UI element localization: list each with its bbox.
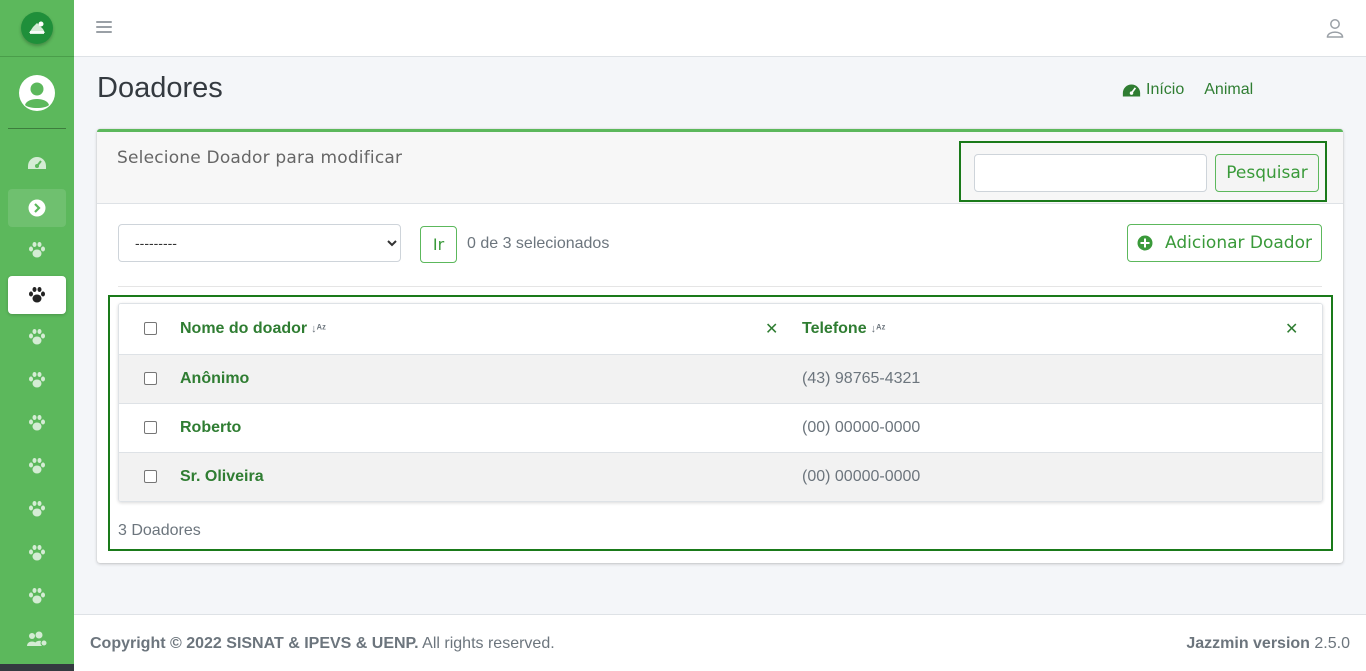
- sidebar-item-animal-7[interactable]: [8, 490, 66, 528]
- breadcrumb-animal[interactable]: Animal: [1204, 81, 1253, 99]
- sidebar-item-animal-1[interactable]: [8, 231, 66, 269]
- paw-icon: [29, 458, 45, 474]
- search-button[interactable]: Pesquisar: [1215, 154, 1319, 192]
- select-all-checkbox[interactable]: [144, 322, 157, 335]
- rights-text: All rights reserved.: [422, 635, 555, 652]
- action-select[interactable]: ---------: [118, 224, 401, 262]
- add-donor-button[interactable]: Adicionar Doador: [1127, 224, 1322, 262]
- paw-icon: [29, 329, 45, 345]
- user-avatar-icon: [19, 74, 55, 111]
- sidebar-item-doadores[interactable]: [8, 276, 66, 314]
- user-menu-icon[interactable]: [1326, 18, 1344, 38]
- sidebar-item-expand[interactable]: [8, 189, 66, 227]
- brand-logo: [21, 12, 53, 44]
- card-title: Selecione Doador para modificar: [117, 148, 403, 168]
- brand-link[interactable]: [0, 0, 74, 57]
- sidebar-item-animal-4[interactable]: [8, 361, 66, 399]
- donor-phone: (00) 00000-0000: [802, 419, 921, 436]
- table-row: Anônimo (43) 98765-4321: [119, 354, 1322, 403]
- remove-sort-icon[interactable]: ✕: [1285, 319, 1298, 339]
- column-header-name-label: Nome do doador: [180, 320, 308, 337]
- breadcrumb-home-label: Início: [1146, 81, 1185, 98]
- version-label: Jazzmin version: [1186, 635, 1310, 652]
- sidebar-item-animal-8[interactable]: [8, 534, 66, 572]
- sidebar-item-animal-3[interactable]: [8, 318, 66, 356]
- page-title: Doadores: [97, 72, 223, 104]
- sort-icon: ↓ᴬᶻ: [311, 322, 326, 335]
- donor-name-link[interactable]: Sr. Oliveira: [180, 468, 264, 486]
- users-cog-icon: [27, 631, 48, 647]
- user-panel[interactable]: [8, 57, 66, 129]
- sidebar-footer-strip: [0, 664, 74, 671]
- sidebar-item-users[interactable]: [8, 620, 66, 658]
- breadcrumb-home[interactable]: Início: [1122, 81, 1184, 99]
- selected-counter: 0 de 3 selecionados: [467, 235, 610, 252]
- search-input[interactable]: [974, 154, 1207, 192]
- results-table: Nome do doador ↓ᴬᶻ ✕ Telefone ↓ᴬᶻ ✕ Anôn…: [118, 303, 1323, 502]
- results-area: Nome do doador ↓ᴬᶻ ✕ Telefone ↓ᴬᶻ ✕ Anôn…: [108, 295, 1333, 551]
- column-header-name[interactable]: Nome do doador ↓ᴬᶻ: [180, 320, 326, 338]
- tachometer-icon: [1122, 83, 1141, 97]
- copyright-text: Copyright © 2022 SISNAT & IPEVS & UENP.: [90, 635, 419, 652]
- table-header-row: Nome do doador ↓ᴬᶻ ✕ Telefone ↓ᴬᶻ ✕: [119, 304, 1322, 354]
- changelist-card: Selecione Doador para modificar Pesquisa…: [97, 129, 1343, 563]
- breadcrumb-animal-label: Animal: [1204, 81, 1254, 98]
- result-count: 3 Doadores: [118, 522, 201, 539]
- search-form: Pesquisar: [959, 141, 1327, 202]
- go-button[interactable]: Ir: [420, 226, 457, 263]
- donor-phone: (43) 98765-4321: [802, 370, 921, 387]
- paw-icon: [29, 415, 45, 431]
- footer-version: Jazzmin version 2.5.0: [1186, 635, 1350, 653]
- column-header-phone[interactable]: Telefone ↓ᴬᶻ: [802, 320, 885, 338]
- card-header: Selecione Doador para modificar Pesquisa…: [97, 132, 1343, 204]
- paw-icon: [29, 287, 45, 303]
- table-row: Sr. Oliveira (00) 00000-0000: [119, 452, 1322, 501]
- paw-icon: [29, 545, 45, 561]
- sidebar-item-animal-9[interactable]: [8, 577, 66, 615]
- paw-icon: [29, 588, 45, 604]
- row-checkbox[interactable]: [144, 421, 157, 434]
- sidebar-item-animal-6[interactable]: [8, 447, 66, 485]
- donor-phone: (00) 00000-0000: [802, 468, 921, 485]
- row-checkbox[interactable]: [144, 470, 157, 483]
- donor-name-link[interactable]: Anônimo: [180, 370, 249, 388]
- sidebar-item-animal-5[interactable]: [8, 404, 66, 442]
- tachometer-icon: [28, 157, 46, 169]
- row-checkbox[interactable]: [144, 372, 157, 385]
- version-number: 2.5.0: [1314, 635, 1350, 652]
- footer: Copyright © 2022 SISNAT & IPEVS & UENP. …: [74, 614, 1366, 671]
- table-row: Roberto (00) 00000-0000: [119, 403, 1322, 452]
- paw-icon: [29, 372, 45, 388]
- hamburger-menu-icon[interactable]: [96, 18, 112, 36]
- sidebar-item-dashboard[interactable]: [8, 145, 66, 183]
- donor-name-link[interactable]: Roberto: [180, 419, 241, 437]
- sidebar: [0, 0, 74, 671]
- paw-icon: [29, 501, 45, 517]
- plus-circle-icon: [1137, 235, 1153, 251]
- column-header-phone-label: Telefone: [802, 320, 867, 337]
- breadcrumb: Início Animal: [1122, 81, 1253, 99]
- sort-icon: ↓ᴬᶻ: [870, 322, 886, 335]
- footer-copyright: Copyright © 2022 SISNAT & IPEVS & UENP. …: [90, 635, 555, 653]
- divider: [118, 286, 1322, 287]
- remove-sort-icon[interactable]: ✕: [765, 319, 778, 339]
- chevron-circle-right-icon: [28, 199, 46, 217]
- top-navbar: [74, 0, 1366, 57]
- add-donor-label: Adicionar Doador: [1165, 233, 1312, 253]
- paw-icon: [29, 242, 45, 258]
